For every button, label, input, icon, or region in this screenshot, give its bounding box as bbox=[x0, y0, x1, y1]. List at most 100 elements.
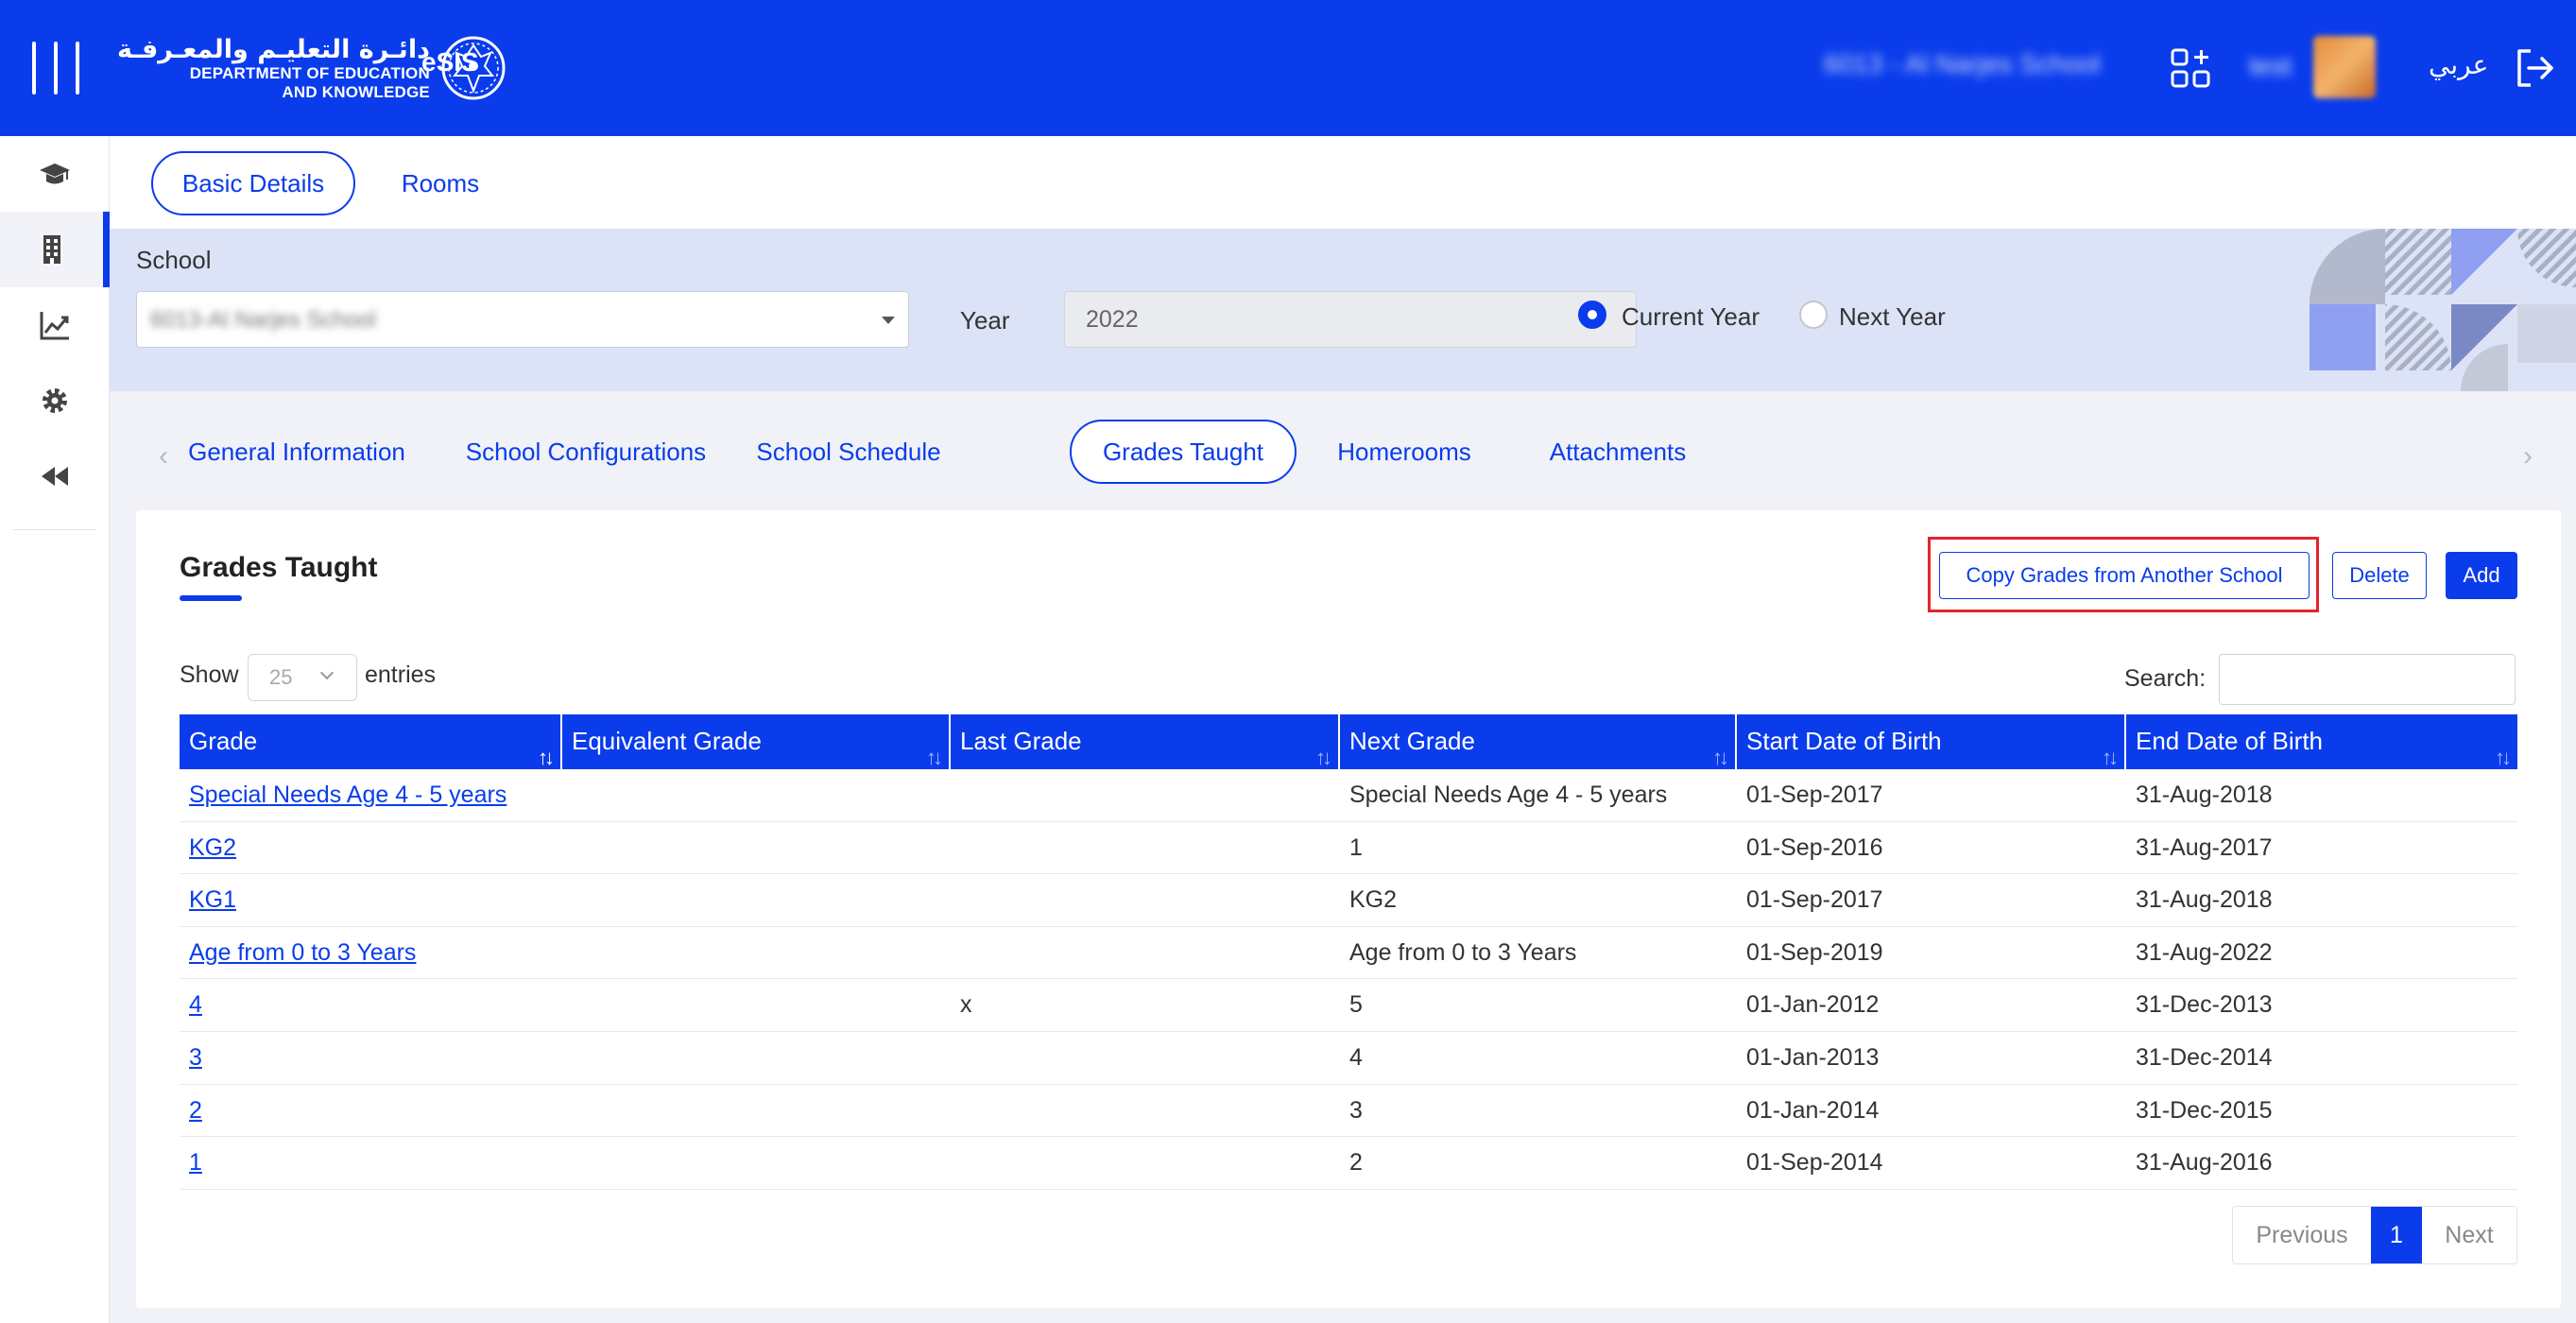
app-name: eSIS bbox=[421, 47, 479, 77]
add-button[interactable]: Add bbox=[2446, 552, 2517, 599]
menu-toggle-icon[interactable] bbox=[32, 42, 79, 94]
cell-equivalent-grade bbox=[562, 822, 572, 874]
cell-last-grade bbox=[951, 822, 960, 874]
grade-link[interactable]: KG1 bbox=[180, 874, 236, 926]
sidebar-item-academics[interactable] bbox=[0, 136, 110, 212]
page-tabs: Basic Details Rooms bbox=[110, 136, 2576, 229]
user-avatar[interactable] bbox=[2313, 36, 2376, 98]
cell-next-grade: KG2 bbox=[1349, 886, 1398, 914]
decorative-pattern bbox=[2310, 229, 2576, 391]
delete-button[interactable]: Delete bbox=[2332, 552, 2427, 599]
cell-last-grade bbox=[951, 769, 960, 821]
sidebar-item-school[interactable] bbox=[0, 212, 110, 287]
show-label: Show bbox=[180, 662, 239, 688]
logout-icon[interactable] bbox=[2514, 47, 2555, 89]
tab-attachments[interactable]: Attachments bbox=[1523, 420, 1712, 484]
entries-per-page-select[interactable]: 25 bbox=[248, 654, 357, 701]
column-header-next-grade[interactable]: Next Grade ↑↓ bbox=[1340, 714, 1737, 769]
grade-link[interactable]: KG2 bbox=[180, 822, 236, 874]
tab-school-schedule[interactable]: School Schedule bbox=[716, 420, 981, 484]
sidebar-item-collapse[interactable] bbox=[0, 438, 110, 514]
pagination: Previous 1 Next bbox=[2232, 1206, 2517, 1264]
cell-end-date: 31-Dec-2015 bbox=[2136, 1096, 2273, 1124]
year-label: Year bbox=[960, 306, 1010, 335]
chevron-down-icon bbox=[319, 665, 335, 680]
column-header-equivalent-grade[interactable]: Equivalent Grade ↑↓ bbox=[562, 714, 951, 769]
cell-end-date: 31-Aug-2018 bbox=[2136, 782, 2273, 808]
grades-table: Grade ↑↓ Equivalent Grade ↑↓ Last Grade ↑↓ … bbox=[180, 714, 2517, 1190]
grades-taught-card: Grades Taught Copy Grades from Another S… bbox=[136, 510, 2561, 1308]
cell-start-date: 01-Sep-2016 bbox=[1746, 833, 1883, 861]
cell-start-date: 01-Jan-2012 bbox=[1746, 991, 1880, 1019]
copy-grades-button[interactable]: Copy Grades from Another School bbox=[1939, 552, 2310, 599]
school-select[interactable]: 6013-Al Narjes School bbox=[136, 291, 909, 348]
table-row: 4 x 5 01-Jan-2012 31-Dec-2013 bbox=[180, 979, 2517, 1032]
grade-link[interactable]: Age from 0 to 3 Years bbox=[180, 927, 416, 979]
table-row: KG2 1 01-Sep-2016 31-Aug-2017 bbox=[180, 822, 2517, 875]
left-sidebar bbox=[0, 136, 110, 1323]
pagination-previous[interactable]: Previous bbox=[2233, 1207, 2371, 1263]
cell-equivalent-grade bbox=[562, 927, 572, 979]
sidebar-item-reports[interactable] bbox=[0, 287, 110, 363]
tab-grades-taught[interactable]: Grades Taught bbox=[1070, 420, 1297, 484]
grade-link[interactable]: Special Needs Age 4 - 5 years bbox=[180, 769, 507, 821]
grade-link[interactable]: 2 bbox=[180, 1085, 202, 1137]
search-label: Search: bbox=[2124, 665, 2207, 692]
radio-next-year[interactable] bbox=[1799, 301, 1828, 329]
chevron-right-icon[interactable]: › bbox=[2523, 440, 2533, 472]
language-toggle[interactable]: عربي bbox=[2429, 49, 2488, 80]
column-header-grade[interactable]: Grade ↑↓ bbox=[180, 714, 562, 769]
entries-label: entries bbox=[365, 662, 437, 688]
cell-next-grade: 5 bbox=[1349, 991, 1363, 1019]
year-field: 2022 bbox=[1064, 291, 1637, 348]
caret-down-icon bbox=[882, 317, 895, 324]
chart-line-icon bbox=[40, 312, 69, 340]
cell-last-grade bbox=[951, 927, 960, 979]
tab-school-configurations[interactable]: School Configurations bbox=[444, 420, 728, 484]
grade-link[interactable]: 4 bbox=[180, 979, 202, 1031]
pagination-next[interactable]: Next bbox=[2422, 1207, 2516, 1263]
cell-last-grade bbox=[951, 1032, 960, 1084]
grade-link[interactable]: 3 bbox=[180, 1032, 202, 1084]
cell-next-grade: 4 bbox=[1349, 1043, 1363, 1071]
top-bar: دائـرة التعليـم والمعـرفـة DEPARTMENT OF… bbox=[0, 0, 2576, 136]
cell-start-date: 01-Sep-2014 bbox=[1746, 1149, 1883, 1177]
tab-general-information[interactable]: General Information bbox=[183, 420, 410, 484]
user-name[interactable]: test bbox=[2249, 51, 2292, 81]
rewind-icon bbox=[42, 467, 68, 486]
school-select-value: 6013-Al Narjes School bbox=[150, 307, 376, 333]
column-header-end-date[interactable]: End Date of Birth ↑↓ bbox=[2126, 714, 2517, 769]
cell-next-grade: 1 bbox=[1349, 833, 1363, 861]
gear-icon bbox=[43, 388, 67, 413]
radio-next-year-label[interactable]: Next Year bbox=[1839, 302, 1946, 332]
table-row: 3 4 01-Jan-2013 31-Dec-2014 bbox=[180, 1032, 2517, 1085]
column-header-last-grade[interactable]: Last Grade ↑↓ bbox=[951, 714, 1340, 769]
search-input[interactable] bbox=[2219, 654, 2516, 705]
tab-homerooms[interactable]: Homerooms bbox=[1310, 420, 1499, 484]
org-name-english-line2: AND KNOWLEDGE bbox=[282, 82, 430, 101]
column-header-start-date[interactable]: Start Date of Birth ↑↓ bbox=[1737, 714, 2126, 769]
cell-start-date: 01-Jan-2014 bbox=[1746, 1096, 1880, 1124]
sidebar-item-settings[interactable] bbox=[0, 363, 110, 438]
radio-current-year-label[interactable]: Current Year bbox=[1622, 302, 1760, 332]
cell-end-date: 31-Aug-2018 bbox=[2136, 886, 2273, 914]
cell-equivalent-grade bbox=[562, 1085, 572, 1137]
apps-grid-icon[interactable] bbox=[2170, 47, 2211, 89]
card-title: Grades Taught bbox=[180, 552, 378, 583]
chevron-left-icon[interactable]: ‹ bbox=[159, 440, 168, 472]
pagination-page-1[interactable]: 1 bbox=[2371, 1207, 2422, 1263]
radio-current-year[interactable] bbox=[1578, 301, 1606, 329]
org-name-arabic: دائـرة التعليـم والمعـرفـة bbox=[117, 34, 430, 64]
table-row: Special Needs Age 4 - 5 years Special Ne… bbox=[180, 769, 2517, 822]
cell-start-date: 01-Sep-2017 bbox=[1746, 782, 1883, 808]
school-filter-panel: School 6013-Al Narjes School Year 2022 C… bbox=[110, 229, 2576, 391]
cell-start-date: 01-Sep-2017 bbox=[1746, 886, 1883, 914]
grade-link[interactable]: 1 bbox=[180, 1137, 202, 1189]
cell-end-date: 31-Dec-2013 bbox=[2136, 991, 2273, 1019]
tab-rooms[interactable]: Rooms bbox=[374, 151, 507, 215]
school-label: School bbox=[136, 246, 212, 274]
tab-basic-details[interactable]: Basic Details bbox=[151, 151, 355, 215]
table-row: 2 3 01-Jan-2014 31-Dec-2015 bbox=[180, 1084, 2517, 1138]
table-row: KG1 KG2 01-Sep-2017 31-Aug-2018 bbox=[180, 874, 2517, 927]
current-school-label[interactable]: 6013 - Al Narjes School bbox=[1824, 49, 2101, 79]
